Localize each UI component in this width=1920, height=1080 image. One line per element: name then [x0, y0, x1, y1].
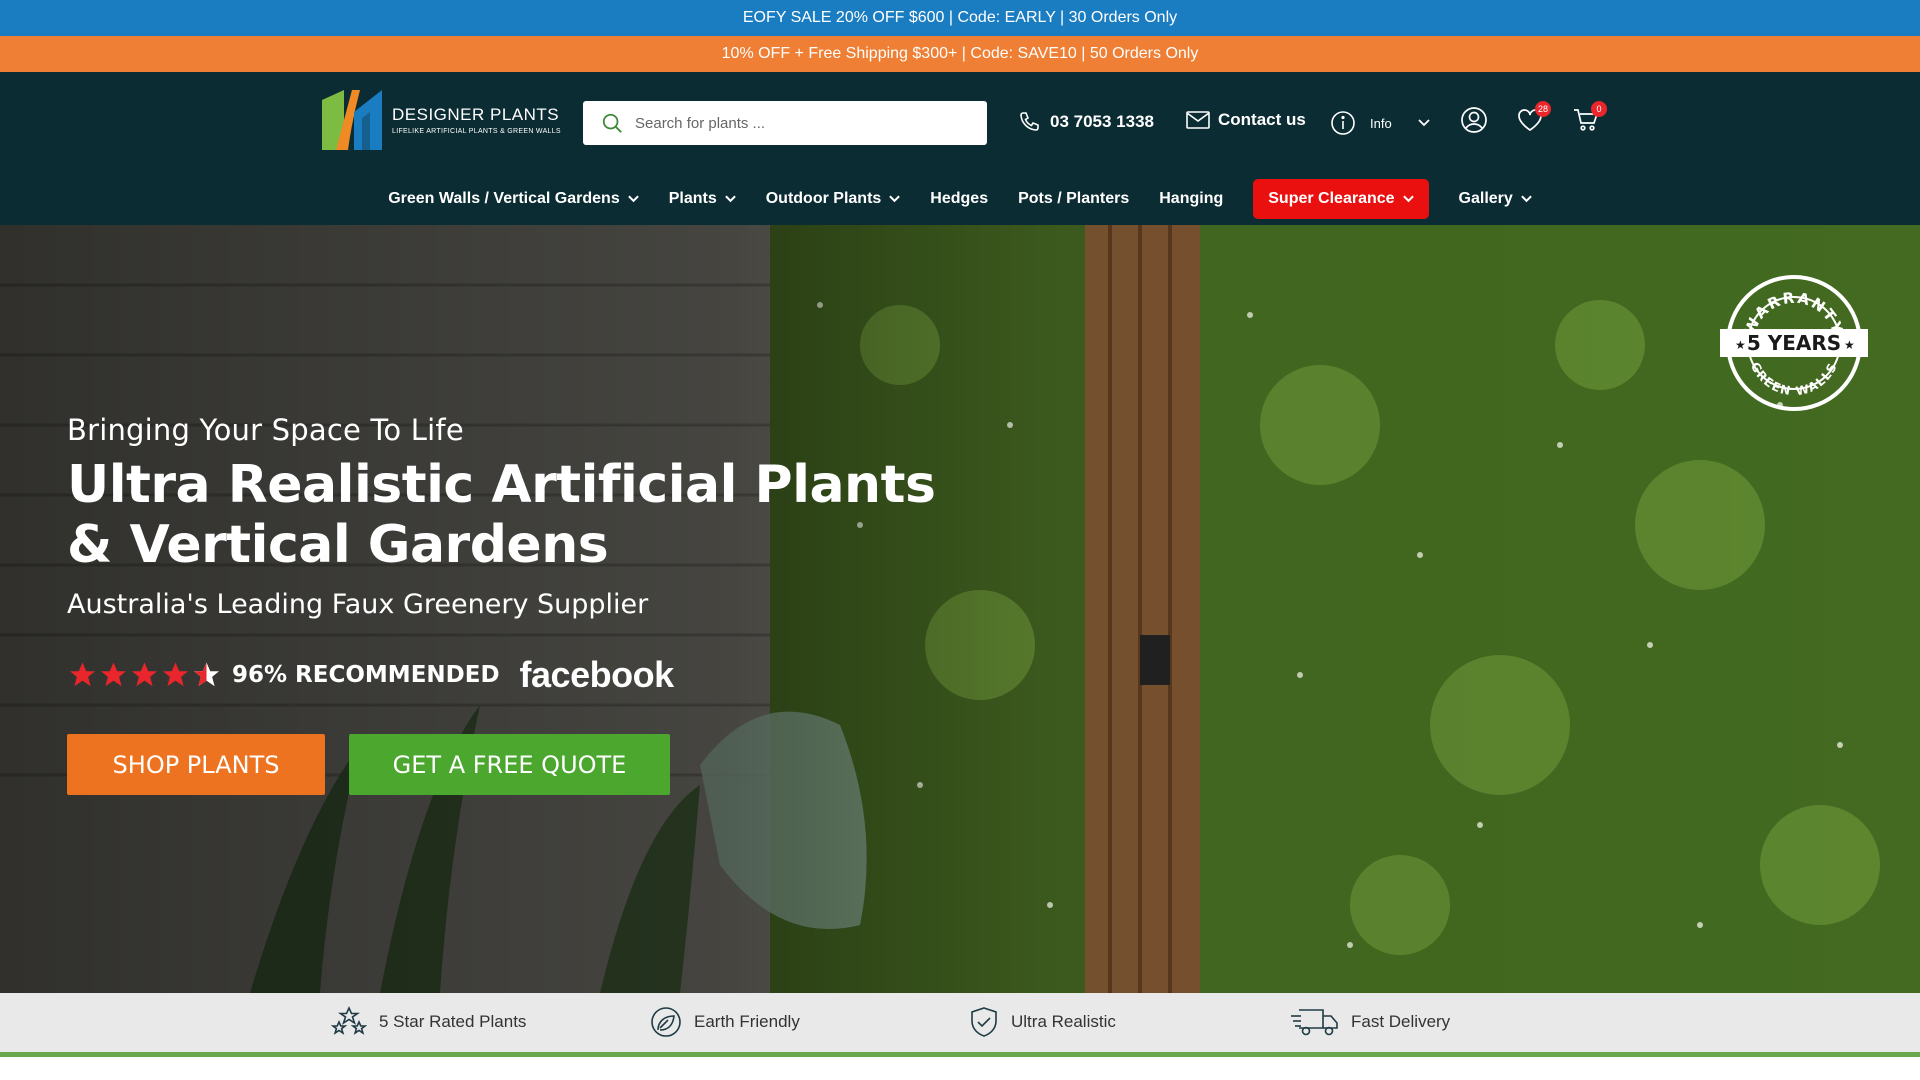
- cart-count-badge: 0: [1591, 101, 1607, 117]
- feature-label: Earth Friendly: [694, 1012, 800, 1031]
- nav-item-label: Plants: [668, 190, 717, 207]
- promo-sale-text: EOFY SALE 20% OFF $600 | Code: EARLY | 3…: [742, 9, 1178, 26]
- facebook-logo-text: facebook: [519, 654, 675, 695]
- nav-item-label: Outdoor Plants: [765, 190, 882, 207]
- nav-item-label: Super Clearance: [1268, 190, 1395, 207]
- nav-item-hedges[interactable]: Hedges: [915, 179, 1003, 219]
- info-icon: [1331, 111, 1355, 135]
- user-icon: [1461, 107, 1487, 133]
- hero-title-line-2: & Vertical Gardens: [67, 515, 609, 575]
- feature-label: Fast Delivery: [1351, 1012, 1451, 1031]
- nav-item-pots-planters[interactable]: Pots / Planters: [1003, 179, 1144, 219]
- nav-item-label: Hedges: [930, 190, 989, 207]
- search-icon: [602, 113, 622, 133]
- site-logo[interactable]: DESIGNER PLANTS LIFELIKE ARTIFICIAL PLAN…: [322, 90, 561, 150]
- wishlist-button[interactable]: 28: [1516, 101, 1551, 139]
- feature-fast-delivery: Fast Delivery: [1289, 1006, 1450, 1038]
- nav-item-plants[interactable]: Plants: [654, 179, 751, 219]
- feature-label: 5 Star Rated Plants: [379, 1012, 527, 1031]
- half-star-icon: [194, 662, 219, 687]
- nav-item-label: Gallery: [1458, 190, 1513, 207]
- mail-icon: [1186, 111, 1210, 129]
- search-input[interactable]: [635, 114, 955, 132]
- feature-ultra-realistic: Ultra Realistic: [969, 1006, 1116, 1038]
- feature-earth-friendly: Earth Friendly: [650, 1006, 800, 1038]
- green-accent-line: [0, 1052, 1920, 1057]
- nav-item-gallery[interactable]: Gallery: [1444, 179, 1547, 219]
- nav-item-label: Pots / Planters: [1018, 190, 1130, 207]
- earth-leaf-icon: [651, 1007, 681, 1037]
- chevron-down-icon: [724, 195, 736, 203]
- nav-item-label: Hanging: [1159, 190, 1224, 207]
- warranty-years-text: 5 YEARS: [1747, 331, 1841, 355]
- delivery-truck-icon: [1291, 1009, 1338, 1036]
- logo-subtitle: LIFELIKE ARTIFICIAL PLANTS & GREEN WALLS: [392, 128, 561, 135]
- hero-subtitle: Australia's Leading Faux Greenery Suppli…: [67, 589, 649, 620]
- free-quote-button[interactable]: GET A FREE QUOTE: [349, 734, 670, 795]
- shield-check-icon: [971, 1007, 997, 1037]
- nav-item-outdoor-plants[interactable]: Outdoor Plants: [751, 179, 916, 219]
- info-label: Info: [1370, 115, 1392, 131]
- hero-title: Ultra Realistic Artificial Plants & Vert…: [67, 455, 936, 575]
- star-icon: [163, 662, 188, 687]
- chevron-down-icon: [889, 195, 901, 203]
- search-box[interactable]: [583, 101, 987, 145]
- main-nav: Green Walls / Vertical Gardens Plants Ou…: [0, 173, 1920, 225]
- contact-link[interactable]: Contact us: [1186, 110, 1306, 130]
- nav-item-label: Green Walls / Vertical Gardens: [388, 190, 620, 207]
- site-header: DESIGNER PLANTS LIFELIKE ARTIFICIAL PLAN…: [0, 72, 1920, 225]
- promo-shipping-text: 10% OFF + Free Shipping $300+ | Code: SA…: [721, 45, 1199, 62]
- recommended-text: 96% RECOMMENDED: [232, 662, 500, 688]
- hero-banner: Bringing Your Space To Life Ultra Realis…: [0, 225, 1920, 993]
- contact-label: Contact us: [1218, 110, 1306, 129]
- feature-label: Ultra Realistic: [1011, 1012, 1116, 1031]
- star-icon: [101, 662, 126, 687]
- svg-text:GREEN WALLS: GREEN WALLS: [1748, 360, 1840, 399]
- rating-stars: [67, 660, 222, 690]
- chevron-down-icon: [1521, 195, 1532, 203]
- chevron-down-icon: [1402, 195, 1414, 203]
- facebook-rating: 96% RECOMMENDED facebook: [67, 654, 935, 696]
- account-button[interactable]: [1460, 106, 1488, 139]
- wishlist-count-badge: 28: [1535, 101, 1551, 117]
- promo-bar-shipping: 10% OFF + Free Shipping $300+ | Code: SA…: [0, 36, 1920, 72]
- hero-tagline: Bringing Your Space To Life: [67, 413, 464, 447]
- hero-cta-row: SHOP PLANTS GET A FREE QUOTE: [67, 734, 935, 795]
- info-dropdown[interactable]: Info: [1330, 110, 1430, 136]
- phone-link[interactable]: 03 7053 1338: [1018, 110, 1154, 134]
- feature-strip: 5 Star Rated Plants Earth Friendly Ultra…: [0, 993, 1920, 1052]
- stars-icon: [331, 1006, 367, 1035]
- star-icon: [70, 662, 95, 687]
- logo-mark-icon: [322, 90, 382, 150]
- warranty-badge: WARRANTY 5 YEARS ★ ★ GREEN WALLS: [1720, 275, 1868, 411]
- nav-item-hanging[interactable]: Hanging: [1144, 179, 1238, 219]
- nav-item-super-clearance[interactable]: Super Clearance: [1253, 179, 1429, 219]
- svg-text:★: ★: [1844, 338, 1855, 352]
- logo-title: DESIGNER PLANTS: [392, 105, 560, 124]
- feature-five-star: 5 Star Rated Plants: [331, 1006, 526, 1038]
- hero-content: Bringing Your Space To Life Ultra Realis…: [67, 413, 936, 795]
- chevron-down-icon: [627, 195, 639, 203]
- warranty-bottom-text: GREEN WALLS: [1748, 360, 1839, 399]
- chevron-down-icon: [1418, 119, 1430, 127]
- star-icon: [132, 662, 157, 687]
- promo-bar-sale: EOFY SALE 20% OFF $600 | Code: EARLY | 3…: [0, 0, 1920, 36]
- phone-number: 03 7053 1338: [1050, 112, 1154, 131]
- phone-icon: [1020, 112, 1039, 131]
- cart-button[interactable]: 0: [1572, 101, 1607, 139]
- hero-title-line-1: Ultra Realistic Artificial Plants: [67, 455, 936, 515]
- nav-item-green-walls[interactable]: Green Walls / Vertical Gardens: [373, 179, 654, 219]
- shop-plants-button[interactable]: SHOP PLANTS: [67, 734, 325, 795]
- svg-text:★: ★: [1735, 338, 1746, 352]
